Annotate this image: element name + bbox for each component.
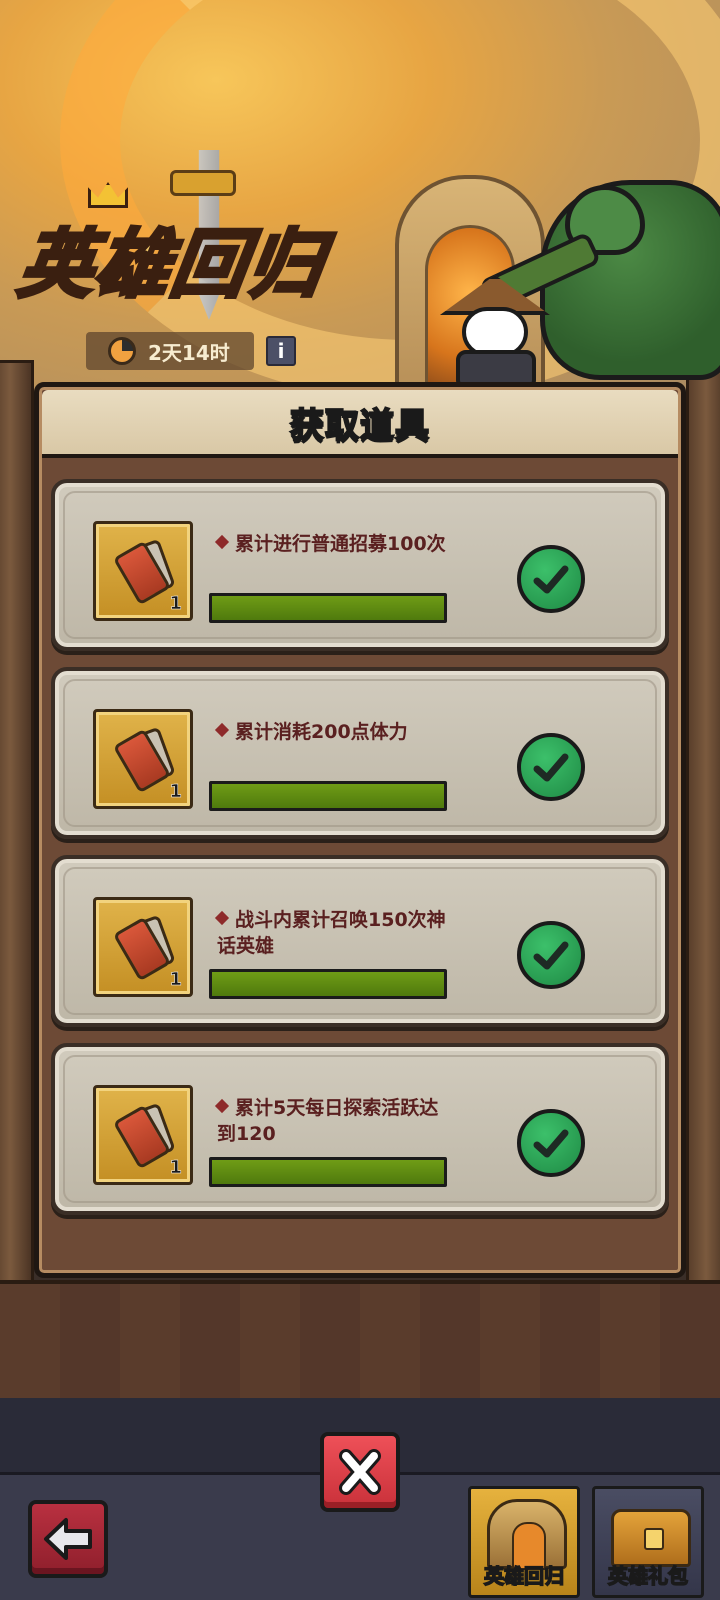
completed-check-icon (517, 733, 585, 801)
tab-hero-return[interactable]: 英雄回归 (468, 1486, 580, 1598)
task-progress-bar (209, 1157, 447, 1187)
scroll-icon (112, 538, 176, 606)
reward-item-slot[interactable]: 1 (93, 1085, 193, 1185)
progress-fill (212, 1160, 444, 1184)
task-progress-bar (209, 593, 447, 623)
panda-hero-art (440, 275, 550, 390)
diamond-bullet-icon (214, 1098, 230, 1114)
tab-label: 英雄回归 (483, 1563, 565, 1589)
reward-item-slot[interactable]: 1 (93, 897, 193, 997)
tab-label: 英雄礼包 (607, 1563, 689, 1589)
event-title: 英雄回归 (12, 220, 332, 310)
close-button[interactable] (320, 1432, 400, 1512)
task-description: 累计5天每日探索活跃达到120 (214, 1095, 457, 1147)
reward-item-slot[interactable]: 1 (93, 521, 193, 621)
task-progress-bar (209, 969, 447, 999)
tab-hero-gift-pack[interactable]: 英雄礼包 (592, 1486, 704, 1598)
get-items-panel: 获取道具 1 累计进行普通招募100次 1 累计消耗200点体力 1 战斗内累计… (34, 382, 686, 1278)
scroll-icon (112, 1102, 176, 1170)
scroll-icon (112, 914, 176, 982)
close-icon (339, 1449, 381, 1495)
progress-fill (212, 596, 444, 620)
panel-title: 获取道具 (289, 405, 430, 447)
back-button[interactable] (28, 1500, 108, 1578)
scroll-icon (112, 726, 176, 794)
timer-text: 2天14时 (148, 340, 230, 365)
sword-guard (170, 170, 236, 196)
diamond-bullet-icon (214, 722, 230, 738)
task-description: 累计进行普通招募100次 (214, 531, 457, 557)
info-button[interactable]: i (266, 336, 296, 366)
chest-icon (611, 1509, 691, 1567)
diamond-bullet-icon (214, 910, 230, 926)
reward-item-slot[interactable]: 1 (93, 709, 193, 809)
diamond-bullet-icon (214, 534, 230, 550)
completed-check-icon (517, 921, 585, 989)
task-card: 1 累计进行普通招募100次 (51, 479, 669, 651)
left-pillar (0, 360, 34, 1360)
clock-icon (108, 337, 136, 365)
progress-fill (212, 784, 444, 808)
task-card: 1 战斗内累计召唤150次神话英雄 (51, 855, 669, 1027)
task-description: 累计消耗200点体力 (214, 719, 457, 745)
back-arrow-icon (44, 1518, 92, 1560)
completed-check-icon (517, 545, 585, 613)
gate-icon (487, 1499, 567, 1570)
task-card: 1 累计5天每日探索活跃达到120 (51, 1043, 669, 1215)
task-description: 战斗内累计召唤150次神话英雄 (214, 907, 457, 959)
task-card: 1 累计消耗200点体力 (51, 667, 669, 839)
task-description-text: 战斗内累计召唤150次神话英雄 (217, 909, 446, 957)
task-list[interactable]: 1 累计进行普通招募100次 1 累计消耗200点体力 1 战斗内累计召唤150… (51, 479, 669, 1231)
item-count: 1 (169, 1157, 182, 1179)
item-count: 1 (169, 593, 182, 615)
progress-fill (212, 972, 444, 996)
task-progress-bar (209, 781, 447, 811)
floor (0, 1280, 720, 1400)
task-description-text: 累计进行普通招募100次 (235, 533, 446, 555)
completed-check-icon (517, 1109, 585, 1177)
item-count: 1 (169, 969, 182, 991)
panel-header: 获取道具 (42, 390, 678, 458)
event-timer: 2天14时 (86, 332, 254, 370)
task-description-text: 累计5天每日探索活跃达到120 (217, 1097, 439, 1145)
right-pillar (686, 360, 720, 1360)
task-description-text: 累计消耗200点体力 (235, 721, 408, 743)
item-count: 1 (169, 781, 182, 803)
